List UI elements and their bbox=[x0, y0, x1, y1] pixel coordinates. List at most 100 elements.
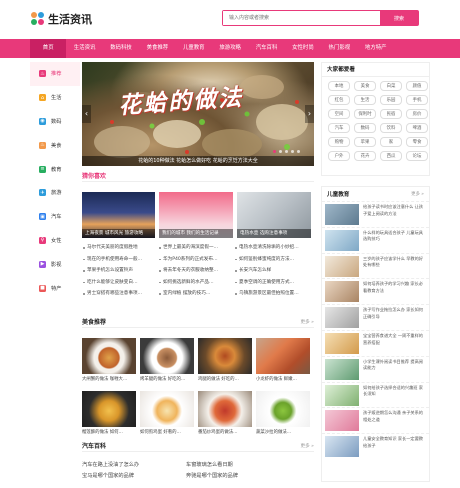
news-item[interactable]: 电热水壶清洗除垢的小妙招… bbox=[234, 242, 310, 254]
nav-item[interactable]: 汽车百科 bbox=[248, 39, 284, 58]
kids-list-item[interactable]: 孩子写作业拖拉怎么办 家长如何正确引导 bbox=[322, 304, 429, 330]
nav-item[interactable]: 地方特产 bbox=[358, 39, 394, 58]
kids-more-link[interactable]: 更多 » bbox=[411, 191, 424, 197]
sidebar-item[interactable]: ♨ 推荐 bbox=[30, 62, 80, 86]
news-item[interactable]: 吃什么能够让皮肤变白… bbox=[82, 277, 158, 289]
nav-item[interactable]: 首页 bbox=[30, 39, 67, 58]
nav-item[interactable]: 美食推荐 bbox=[139, 39, 175, 58]
news-item[interactable]: 室内绿植 摆放的技巧… bbox=[158, 288, 234, 300]
kids-list-item[interactable]: 孩子叛逆期怎么沟通 亲子关系的相处之道 bbox=[322, 407, 429, 433]
kids-list-item[interactable]: 三岁的孩子应该学什么 早教的好处有哪些 bbox=[322, 252, 429, 279]
guess-thumbnail[interactable]: 我们的城市 我们的生活记录 bbox=[159, 192, 233, 238]
nav-item[interactable]: 热门影视 bbox=[321, 39, 357, 58]
hot-search-tag[interactable]: 西瓜 bbox=[380, 151, 402, 161]
search-button[interactable]: 搜索 bbox=[380, 11, 418, 25]
banner-dot[interactable] bbox=[279, 150, 282, 153]
hot-search-tag[interactable]: 红包 bbox=[328, 95, 350, 105]
sidebar-item[interactable]: ⌂ 生活 bbox=[30, 86, 80, 110]
food-card[interactable]: 烤羊腿的做法 好吃的… bbox=[140, 338, 194, 388]
kids-list-item[interactable]: 宝宝营养食谱大全 一周不重样的营养搭配 bbox=[322, 329, 429, 356]
sidebar-item[interactable]: ◉ 数码 bbox=[30, 110, 80, 134]
hot-search-tag[interactable]: 空间 bbox=[328, 109, 350, 119]
hot-search-tag[interactable]: 保利时 bbox=[354, 109, 376, 119]
nav-item[interactable]: 儿童教育 bbox=[176, 39, 212, 58]
news-item[interactable]: 现在的手机使用寿命一般… bbox=[82, 254, 158, 266]
news-item[interactable]: 夏季空调的正确使用方式… bbox=[234, 277, 310, 289]
hot-search-tag[interactable]: 生活 bbox=[354, 95, 376, 105]
sidebar-item[interactable]: ♀ 女性 bbox=[30, 229, 80, 253]
sidebar-item[interactable]: ✈ 旅游 bbox=[30, 181, 80, 205]
food-card[interactable]: 番茄炒鸡蛋的做法… bbox=[198, 391, 252, 441]
news-item[interactable]: 长安汽车怎么样 bbox=[234, 265, 310, 277]
food-card[interactable]: 榴莲酥的做法 如何… bbox=[82, 391, 136, 441]
news-item[interactable]: 苹果手机怎么设置铃声 bbox=[82, 265, 158, 277]
hot-search-tag[interactable]: 啤酒 bbox=[406, 123, 428, 133]
banner-carousel[interactable]: 花蛤的做法 ‹ › 花蛤的10种做法 花蛤怎么做好吃 花蛤的烹饪方法大全 bbox=[82, 62, 314, 166]
hot-search-tag[interactable]: 颜值 bbox=[406, 81, 428, 91]
sidebar-item[interactable]: ≡ 教育 bbox=[30, 157, 80, 181]
kids-list-item[interactable]: 什么样的玩具适合孩子 儿童玩具选购技巧 bbox=[322, 226, 429, 253]
category-sidebar: ♨ 推荐 ⌂ 生活 ◉ 数码 ♨ 美食 ≡ 教育 ✈ 旅游 ▣ 汽车 ♀ 女性 ▶ 影视 ■ 特产 bbox=[30, 62, 80, 300]
car-more-link[interactable]: 更多 » bbox=[301, 443, 314, 449]
food-more-link[interactable]: 更多 » bbox=[301, 319, 314, 325]
food-card[interactable]: 如何煎鸡蛋 好看的… bbox=[140, 391, 194, 441]
news-item[interactable]: 如何鉴别蜂蜜纯度的方法… bbox=[234, 254, 310, 266]
sidebar-item[interactable]: ♨ 美食 bbox=[30, 133, 80, 157]
sidebar-item[interactable]: ▣ 汽车 bbox=[30, 205, 80, 229]
hot-search-tag[interactable]: 户外 bbox=[328, 151, 350, 161]
news-item[interactable]: 世界上最美的海滨度假一… bbox=[158, 242, 234, 254]
nav-item[interactable]: 数码科技 bbox=[103, 39, 139, 58]
kids-list-item[interactable]: 如何培养孩子的学习兴趣 家长必看教育方法 bbox=[322, 278, 429, 304]
hot-search-tag[interactable]: 饮料 bbox=[380, 123, 402, 133]
car-news-item[interactable]: 车窗玻璃怎么看日期 bbox=[186, 460, 310, 471]
guess-thumbnail[interactable]: 上海夜景 城市风光 旅游攻略 bbox=[82, 192, 155, 238]
news-item[interactable]: 男士穿搭有哪些注意事项… bbox=[82, 288, 158, 300]
kids-list-item[interactable]: 如何给孩子选择合适的兴趣班 家长须知 bbox=[322, 381, 429, 408]
kids-list-item[interactable]: 给孩子读书时应该注意什么 让孩子爱上阅读的方法 bbox=[322, 201, 429, 227]
nav-item[interactable]: 女性时尚 bbox=[285, 39, 321, 58]
car-news-item[interactable]: 汽车在路上没油了怎么办 bbox=[82, 460, 186, 471]
hot-search-tag[interactable]: 乐园 bbox=[380, 95, 402, 105]
sidebar-item[interactable]: ▶ 影视 bbox=[30, 252, 80, 276]
nav-item[interactable]: 生活资讯 bbox=[66, 39, 102, 58]
news-item[interactable]: 华为P40系列的正式发布… bbox=[158, 254, 234, 266]
hot-search-tag[interactable]: 数码 bbox=[354, 123, 376, 133]
kids-list-item[interactable]: 小学生课外阅读书目推荐 提高阅读能力 bbox=[322, 355, 429, 382]
sidebar-item[interactable]: ■ 特产 bbox=[30, 276, 80, 300]
banner-dot[interactable] bbox=[285, 150, 288, 153]
hot-search-tag[interactable]: 民宿 bbox=[380, 109, 402, 119]
banner-dot[interactable] bbox=[273, 150, 276, 153]
news-item[interactable]: 乌镇旅游景区最佳拍照位置… bbox=[234, 288, 310, 300]
hot-search-tag[interactable]: 花卉 bbox=[354, 151, 376, 161]
guess-thumbnail[interactable]: 电热水壶 选购注意事项 bbox=[237, 192, 311, 238]
news-item[interactable]: 马尔代夫美丽的度假胜地 bbox=[82, 242, 158, 254]
news-item[interactable]: 将去年冬天的衣服收纳整… bbox=[158, 265, 234, 277]
hot-search-tag[interactable]: 房价 bbox=[406, 109, 428, 119]
banner-dot[interactable] bbox=[291, 150, 294, 153]
hot-search-tag[interactable]: 苹果 bbox=[354, 137, 376, 147]
banner-dot[interactable] bbox=[297, 150, 300, 153]
banner-next-button[interactable]: › bbox=[305, 105, 314, 123]
hot-search-tag[interactable]: 论坛 bbox=[406, 151, 428, 161]
hot-search-tag[interactable]: 汽车 bbox=[328, 123, 350, 133]
car-section-header: 汽车百科 更多 » bbox=[82, 440, 314, 452]
hot-search-tag[interactable]: 购物 bbox=[328, 137, 350, 147]
news-item[interactable]: 如何挑选新鲜的水产品… bbox=[158, 277, 234, 289]
car-news-item[interactable]: 宝马是哪个国家的品牌 bbox=[82, 471, 186, 482]
site-logo[interactable]: 生活资讯 bbox=[31, 9, 111, 29]
hot-search-tag[interactable]: 美食 bbox=[354, 81, 376, 91]
search-input[interactable] bbox=[223, 11, 380, 25]
food-card[interactable]: 小龙虾的做法 鲜嫩… bbox=[256, 338, 310, 388]
food-card[interactable]: 大闸蟹的做法 咖喱大… bbox=[82, 338, 136, 388]
hot-search-tag[interactable]: 零食 bbox=[406, 137, 428, 147]
car-news-item[interactable]: 奔驰是哪个国家的品牌 bbox=[186, 471, 310, 482]
food-card[interactable]: 鸡腿的做法 好吃的… bbox=[198, 338, 252, 388]
hot-search-tag[interactable]: 家 bbox=[380, 137, 402, 147]
kids-list-item[interactable]: 儿童安全教育知识 家长一定要教给孩子 bbox=[322, 433, 429, 459]
food-card[interactable]: 蔬菜沙拉的做法… bbox=[256, 391, 310, 441]
banner-prev-button[interactable]: ‹ bbox=[82, 105, 91, 123]
hot-search-tag[interactable]: 手机 bbox=[406, 95, 428, 105]
nav-item[interactable]: 旅游攻略 bbox=[212, 39, 248, 58]
hot-search-tag[interactable]: 白菜 bbox=[380, 81, 402, 91]
hot-search-tag[interactable]: 本地 bbox=[328, 81, 350, 91]
